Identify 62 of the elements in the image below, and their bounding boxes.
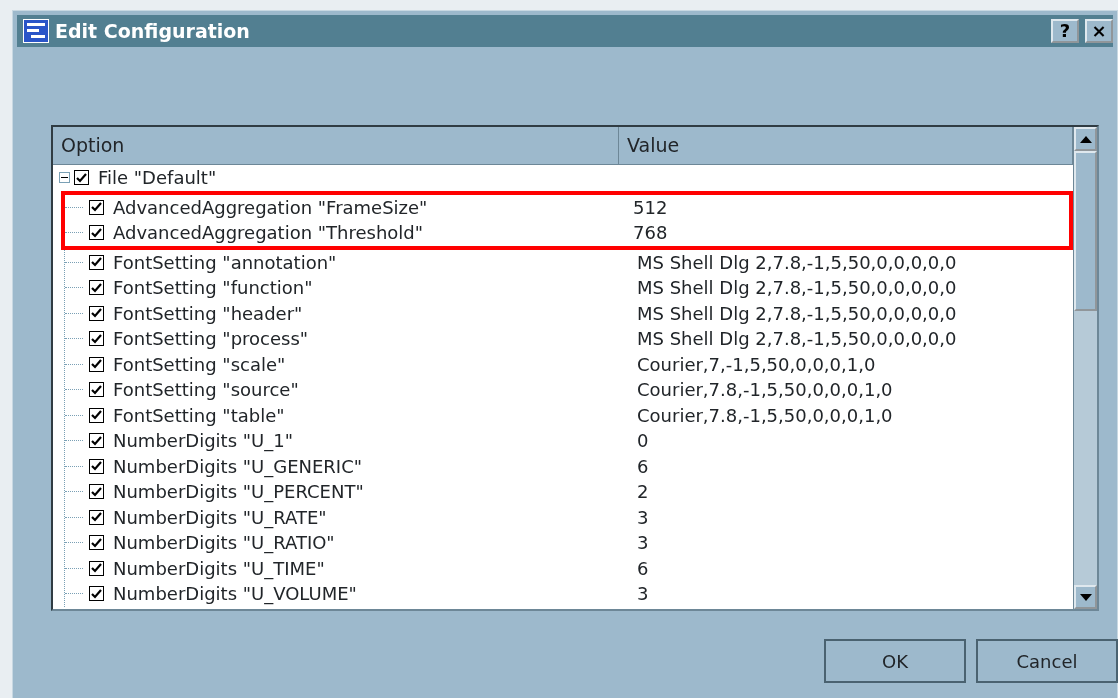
checkbox[interactable] bbox=[89, 407, 104, 423]
tree-item-label: FontSetting "source" bbox=[113, 378, 299, 403]
value-text: MS Shell Dlg 2,7.8,-1,5,50,0,0,0,0,0 bbox=[637, 250, 957, 275]
value-text: Courier,7,-1,5,50,0,0,0,1,0 bbox=[637, 352, 876, 377]
checkbox[interactable] bbox=[89, 560, 104, 576]
value-text: 6 bbox=[637, 556, 649, 581]
cancel-button[interactable]: Cancel bbox=[976, 639, 1118, 683]
window-title: Edit Configuration bbox=[55, 18, 250, 44]
tree-item-label: NumberDigits "U_VOLUME" bbox=[113, 582, 357, 607]
value-text: MS Shell Dlg 2,7.8,-1,5,50,0,0,0,0,0 bbox=[637, 301, 957, 326]
checkbox[interactable] bbox=[74, 170, 89, 186]
value-text: 3 bbox=[637, 505, 649, 530]
ok-button[interactable]: OK bbox=[824, 639, 966, 683]
value-text: 512 bbox=[633, 195, 668, 220]
value-text: 3 bbox=[637, 531, 649, 556]
tree-item-label: FontSetting "scale" bbox=[113, 352, 286, 377]
checkbox[interactable] bbox=[89, 280, 104, 296]
tree-item-label: NumberDigits "U_TIME" bbox=[113, 556, 325, 582]
tree-item-label: FontSetting "process" bbox=[113, 327, 309, 352]
value-text: 2 bbox=[637, 480, 649, 505]
value-text: MS Shell Dlg 2,7.8,-1,5,50,0,0,0,0,0 bbox=[637, 327, 957, 352]
checkbox[interactable] bbox=[89, 305, 104, 321]
column-header[interactable]: Option bbox=[53, 127, 619, 164]
value-text: Courier,7.8,-1,5,50,0,0,0,1,0 bbox=[637, 403, 893, 428]
collapse-icon[interactable] bbox=[59, 172, 70, 184]
checkbox[interactable] bbox=[89, 382, 104, 398]
checkbox[interactable] bbox=[89, 225, 104, 241]
checkbox[interactable] bbox=[89, 509, 104, 525]
tree-item-label: FontSetting "function" bbox=[113, 276, 313, 301]
value-text: 768 bbox=[633, 221, 668, 246]
tree-item-label: NumberDigits "U_GENERIC" bbox=[113, 454, 363, 480]
tree-item-label: NumberDigits "U_1" bbox=[113, 429, 293, 454]
value-text: 0 bbox=[637, 429, 649, 454]
scrollbar[interactable] bbox=[1073, 127, 1097, 609]
checkbox[interactable] bbox=[89, 484, 104, 500]
value-text: 3 bbox=[637, 582, 649, 607]
value-text: MS Shell Dlg 2,7.8,-1,5,50,0,0,0,0,0 bbox=[637, 276, 957, 301]
checkbox[interactable] bbox=[89, 254, 104, 270]
tree-item-label: NumberDigits "U_PERCENT" bbox=[113, 480, 364, 505]
tree-item-label: FontSetting "annotation" bbox=[113, 250, 337, 275]
scroll-down-icon[interactable] bbox=[1074, 585, 1097, 609]
help-button[interactable]: ? bbox=[1051, 19, 1079, 43]
checkbox[interactable] bbox=[89, 356, 104, 372]
value-text: 6 bbox=[637, 454, 649, 479]
tree-item-label: File "Default" bbox=[98, 166, 217, 191]
tree-item-label: FontSetting "header" bbox=[113, 301, 303, 326]
value-text: Courier,7.8,-1,5,50,0,0,0,1,0 bbox=[637, 378, 893, 403]
checkbox[interactable] bbox=[89, 535, 104, 551]
checkbox[interactable] bbox=[89, 458, 104, 474]
checkbox[interactable] bbox=[89, 199, 104, 215]
scroll-thumb[interactable] bbox=[1074, 151, 1097, 311]
tree-item-label: AdvancedAggregation "Threshold" bbox=[113, 221, 424, 246]
close-button[interactable]: × bbox=[1085, 19, 1113, 43]
app-icon bbox=[23, 19, 49, 43]
scroll-up-icon[interactable] bbox=[1074, 127, 1097, 151]
tree-item-label: AdvancedAggregation "FrameSize" bbox=[113, 195, 428, 220]
checkbox[interactable] bbox=[89, 331, 104, 347]
tree-item-label: FontSetting "table" bbox=[113, 403, 285, 428]
tree-item-label: NumberDigits "U_RATIO" bbox=[113, 531, 335, 556]
checkbox[interactable] bbox=[89, 433, 104, 449]
tree-item-label: NumberDigits "U_RATE" bbox=[113, 505, 327, 531]
checkbox[interactable] bbox=[89, 586, 104, 602]
